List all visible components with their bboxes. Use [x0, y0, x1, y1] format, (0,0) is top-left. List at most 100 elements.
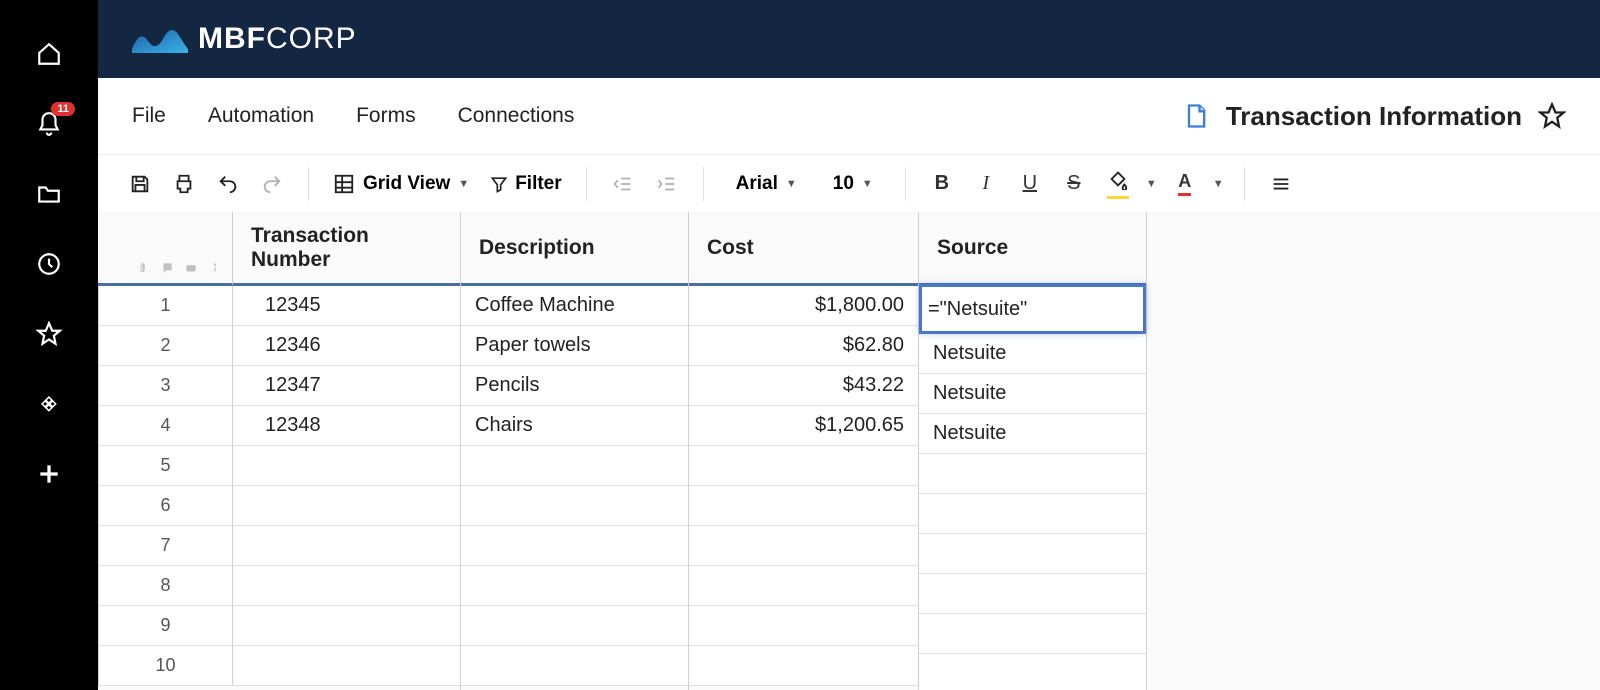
cell[interactable]: [689, 486, 918, 526]
column-description: Description Coffee MachinePaper towelsPe…: [461, 212, 689, 690]
strikethrough-icon[interactable]: S: [1054, 164, 1094, 204]
proof-icon[interactable]: [184, 261, 198, 275]
more-icon[interactable]: [1261, 164, 1301, 204]
cell[interactable]: [919, 654, 1146, 690]
cell[interactable]: [919, 614, 1146, 654]
recents-icon[interactable]: [35, 250, 63, 278]
cell[interactable]: ="Netsuite": [919, 284, 1146, 334]
column-header[interactable]: Source: [919, 212, 1146, 286]
column-header[interactable]: Description: [461, 212, 688, 286]
comment-icon[interactable]: [160, 261, 174, 275]
cell[interactable]: Pencils: [461, 366, 688, 406]
cell[interactable]: 12345: [233, 286, 460, 326]
cell[interactable]: 12347: [233, 366, 460, 406]
add-icon[interactable]: [35, 460, 63, 488]
cell[interactable]: [919, 454, 1146, 494]
grid-area: 12345678910 Transaction Number 123451234…: [98, 212, 1600, 690]
cell[interactable]: [919, 534, 1146, 574]
cell[interactable]: [461, 526, 688, 566]
text-color-icon[interactable]: A: [1165, 164, 1205, 204]
row-number[interactable]: 2: [98, 326, 233, 366]
filter-label: Filter: [515, 173, 561, 195]
print-icon[interactable]: [164, 164, 204, 204]
cell[interactable]: [233, 646, 460, 686]
undo-icon[interactable]: [208, 164, 248, 204]
menu-connections[interactable]: Connections: [458, 104, 575, 128]
row-number[interactable]: 6: [98, 486, 233, 526]
menu-automation[interactable]: Automation: [208, 104, 314, 128]
row-number[interactable]: 8: [98, 566, 233, 606]
brand-name: MBFCORP: [198, 22, 357, 56]
row-number[interactable]: 4: [98, 406, 233, 446]
notifications-icon[interactable]: 11: [35, 110, 63, 138]
cell[interactable]: [689, 446, 918, 486]
bold-icon[interactable]: B: [922, 164, 962, 204]
row-number[interactable]: 7: [98, 526, 233, 566]
column-transaction-number: Transaction Number 12345123461234712348: [233, 212, 461, 690]
cell[interactable]: $1,200.65: [689, 406, 918, 446]
row-number[interactable]: 9: [98, 606, 233, 646]
view-selector[interactable]: Grid View ▼: [325, 173, 477, 195]
row-number[interactable]: 1: [98, 286, 233, 326]
cell[interactable]: $62.80: [689, 326, 918, 366]
cell[interactable]: Netsuite: [919, 374, 1146, 414]
cell[interactable]: Netsuite: [919, 414, 1146, 454]
cell[interactable]: [689, 566, 918, 606]
cell[interactable]: [689, 646, 918, 686]
row-number[interactable]: 5: [98, 446, 233, 486]
outdent-icon[interactable]: [603, 164, 643, 204]
filter-button[interactable]: Filter: [481, 173, 569, 195]
underline-icon[interactable]: U: [1010, 164, 1050, 204]
cell[interactable]: 12346: [233, 326, 460, 366]
filter-icon: [489, 174, 509, 194]
row-number[interactable]: 10: [98, 646, 233, 686]
separator: [308, 167, 309, 201]
cell[interactable]: [461, 486, 688, 526]
cell[interactable]: Paper towels: [461, 326, 688, 366]
cell[interactable]: Coffee Machine: [461, 286, 688, 326]
cell[interactable]: [689, 606, 918, 646]
cell[interactable]: [919, 494, 1146, 534]
chevron-down-icon[interactable]: ▼: [1142, 178, 1161, 190]
menu-bar: File Automation Forms Connections Transa…: [98, 78, 1600, 154]
fill-color-icon[interactable]: [1098, 164, 1138, 204]
favorite-star-icon[interactable]: [1538, 102, 1566, 130]
save-icon[interactable]: [120, 164, 160, 204]
separator: [586, 167, 587, 201]
cell[interactable]: [233, 566, 460, 606]
cell[interactable]: $1,800.00: [689, 286, 918, 326]
cell[interactable]: [689, 526, 918, 566]
font-size-selector[interactable]: 10 ▼: [817, 173, 889, 195]
menu-file[interactable]: File: [132, 104, 166, 128]
cell[interactable]: [461, 606, 688, 646]
attachment-icon[interactable]: [136, 261, 150, 275]
cell[interactable]: [233, 446, 460, 486]
info-icon[interactable]: [208, 261, 222, 275]
cell[interactable]: Netsuite: [919, 334, 1146, 374]
workapps-icon[interactable]: [35, 390, 63, 418]
menu-forms[interactable]: Forms: [356, 104, 416, 128]
cell[interactable]: [461, 446, 688, 486]
italic-icon[interactable]: I: [966, 164, 1006, 204]
cell[interactable]: [461, 566, 688, 606]
cell[interactable]: [233, 606, 460, 646]
cell[interactable]: [919, 574, 1146, 614]
cell[interactable]: [461, 646, 688, 686]
cell[interactable]: [233, 486, 460, 526]
chevron-down-icon[interactable]: ▼: [1209, 178, 1228, 190]
cell[interactable]: [233, 526, 460, 566]
column-header[interactable]: Cost: [689, 212, 918, 286]
cell[interactable]: $43.22: [689, 366, 918, 406]
favorites-icon[interactable]: [35, 320, 63, 348]
row-number[interactable]: 3: [98, 366, 233, 406]
cell[interactable]: 12348: [233, 406, 460, 446]
redo-icon[interactable]: [252, 164, 292, 204]
sheet-title[interactable]: Transaction Information: [1226, 101, 1522, 132]
brand-bar: MBFCORP: [98, 0, 1600, 78]
indent-icon[interactable]: [647, 164, 687, 204]
home-icon[interactable]: [35, 40, 63, 68]
folder-icon[interactable]: [35, 180, 63, 208]
column-header[interactable]: Transaction Number: [233, 212, 460, 286]
cell[interactable]: Chairs: [461, 406, 688, 446]
font-family-selector[interactable]: Arial ▼: [720, 173, 813, 195]
